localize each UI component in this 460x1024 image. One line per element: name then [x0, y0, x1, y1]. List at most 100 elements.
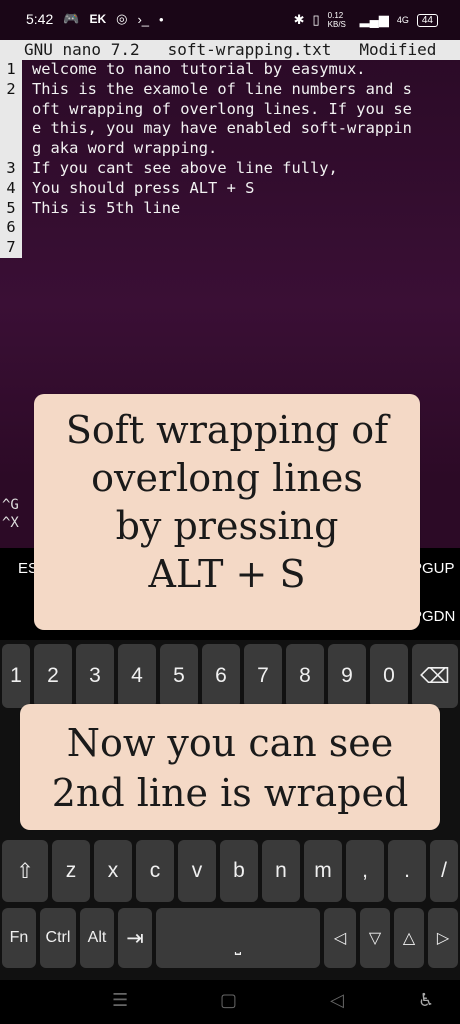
signal-icon: ▂▄▆ — [359, 12, 389, 27]
line-text: e this, you may have enabled soft-wrappi… — [32, 119, 412, 138]
net-speed: 0.12 KB/S — [327, 11, 346, 29]
key-0[interactable]: 0 — [370, 644, 408, 708]
line-number: 6 — [0, 218, 22, 239]
arrow-right-icon: ▷ — [436, 930, 450, 947]
key-1[interactable]: 1 — [2, 644, 30, 708]
status-bar: 5:42 🎮 EK ◎ ›_ • ✱ ▯ 0.12 KB/S ▂▄▆ 4G 44 — [0, 0, 460, 40]
line-number: 1 — [0, 60, 22, 80]
line-number — [0, 119, 22, 140]
key-b[interactable]: b — [220, 840, 258, 902]
shift-key[interactable]: ⇧ — [2, 840, 48, 902]
line-number: 2 — [0, 79, 22, 100]
instagram-icon: ◎ — [116, 11, 128, 26]
editor-line: 6 — [0, 218, 460, 239]
editor-line: e this, you may have enabled soft-wrappi… — [0, 119, 460, 140]
alt-key[interactable]: Alt — [80, 908, 114, 968]
caption-overlay-top: Soft wrapping of overlong lines by press… — [34, 394, 420, 630]
backspace-key[interactable]: ⌫ — [412, 644, 458, 708]
editor-line: 5 This is 5th line — [0, 198, 460, 219]
editor-line: 7 — [0, 238, 460, 258]
key-5[interactable]: 5 — [160, 644, 198, 708]
line-text — [22, 238, 32, 258]
key-7[interactable]: 7 — [244, 644, 282, 708]
key-z[interactable]: z — [52, 840, 90, 902]
key-period[interactable]: . — [388, 840, 426, 902]
line-text: This is the examole of line numbers and … — [32, 79, 412, 98]
line-text: This is 5th line — [32, 198, 181, 217]
ctrl-key[interactable]: Ctrl — [40, 908, 76, 968]
bluetooth-icon: ✱ — [293, 12, 305, 27]
nano-version: GNU nano 7.2 — [24, 40, 140, 59]
editor-line: 4 You should press ALT + S — [0, 178, 460, 199]
key-x[interactable]: x — [94, 840, 132, 902]
key-2[interactable]: 2 — [34, 644, 72, 708]
line-number: 3 — [0, 158, 22, 179]
down-arrow-key[interactable]: ▽ — [360, 908, 390, 968]
space-icon: ⎵ — [234, 938, 242, 955]
caption-line: Now you can see — [66, 721, 394, 765]
tab-key[interactable]: ⇥ — [118, 908, 152, 968]
line-number — [0, 99, 22, 120]
space-key[interactable]: ⎵ — [156, 908, 320, 968]
key-m[interactable]: m — [304, 840, 342, 902]
clock: 5:42 — [26, 11, 54, 27]
menu-icon[interactable]: ☰ — [112, 990, 128, 1011]
editor-lines[interactable]: 1 welcome to nano tutorial by easymux. 2T… — [0, 60, 460, 258]
editor-line: 2 This is the examole of line numbers and… — [0, 79, 460, 100]
battery-icon: 44 — [416, 13, 438, 27]
key-n[interactable]: n — [262, 840, 300, 902]
terminal-icon: ›_ — [137, 11, 150, 27]
shortcut-help: ^G — [2, 497, 19, 513]
caption-overlay-bottom: Now you can see 2nd line is wraped — [20, 704, 440, 830]
line-text: oft wrapping of overlong lines. If you s… — [32, 99, 412, 118]
line-text: You should press ALT + S — [32, 178, 255, 197]
net-type: 4G — [396, 15, 409, 25]
gamepad-icon: 🎮 — [63, 11, 80, 26]
line-number: 5 — [0, 198, 22, 219]
fn-key[interactable]: Fn — [2, 908, 36, 968]
caption-line: overlong lines — [91, 456, 363, 500]
line-number — [0, 139, 22, 159]
key-3[interactable]: 3 — [76, 644, 114, 708]
line-text — [22, 218, 32, 238]
system-nav-bar: ☰ ▢ ◁ ♿ — [0, 980, 460, 1024]
home-icon[interactable]: ▢ — [220, 990, 237, 1011]
shift-icon: ⇧ — [16, 859, 34, 883]
arrow-down-icon: ▽ — [368, 930, 382, 947]
editor-line: g aka word wrapping. — [0, 139, 460, 159]
line-number: 4 — [0, 178, 22, 199]
up-arrow-key[interactable]: △ — [394, 908, 424, 968]
nano-state: Modified — [359, 40, 437, 59]
caption-line: 2nd line is wraped — [51, 771, 409, 815]
arrow-left-icon: ◁ — [333, 930, 347, 947]
app-badge: EK — [89, 12, 107, 26]
shortcut-exit: ^X — [2, 515, 19, 531]
back-icon[interactable]: ◁ — [330, 990, 344, 1011]
key-4[interactable]: 4 — [118, 644, 156, 708]
left-arrow-key[interactable]: ◁ — [324, 908, 356, 968]
editor-line: oft wrapping of overlong lines. If you s… — [0, 99, 460, 120]
vibrate-icon: ▯ — [312, 12, 320, 27]
backspace-icon: ⌫ — [420, 664, 450, 688]
line-number: 7 — [0, 238, 22, 258]
nano-shortcut-list: ^G ^X — [2, 496, 19, 532]
key-v[interactable]: v — [178, 840, 216, 902]
accessibility-icon[interactable]: ♿ — [418, 990, 434, 1011]
caption-line: by pressing — [115, 504, 339, 548]
caption-line: Soft wrapping of — [65, 408, 389, 452]
line-text: g aka word wrapping. — [32, 139, 218, 158]
key-6[interactable]: 6 — [202, 644, 240, 708]
dot-icon: • — [159, 11, 164, 27]
line-text: welcome to nano tutorial by easymux. — [32, 60, 366, 78]
arrow-up-icon: △ — [402, 930, 416, 947]
key-slash[interactable]: / — [430, 840, 458, 902]
right-arrow-key[interactable]: ▷ — [428, 908, 458, 968]
nano-filename: soft-wrapping.txt — [167, 40, 332, 59]
editor-line: 3 If you cant see above line fully, — [0, 158, 460, 179]
editor-line: 1 welcome to nano tutorial by easymux. — [0, 60, 460, 80]
key-c[interactable]: c — [136, 840, 174, 902]
key-9[interactable]: 9 — [328, 644, 366, 708]
key-comma[interactable]: , — [346, 840, 384, 902]
key-8[interactable]: 8 — [286, 644, 324, 708]
nano-title-bar: GNU nano 7.2 soft-wrapping.txt Modified — [0, 40, 460, 60]
